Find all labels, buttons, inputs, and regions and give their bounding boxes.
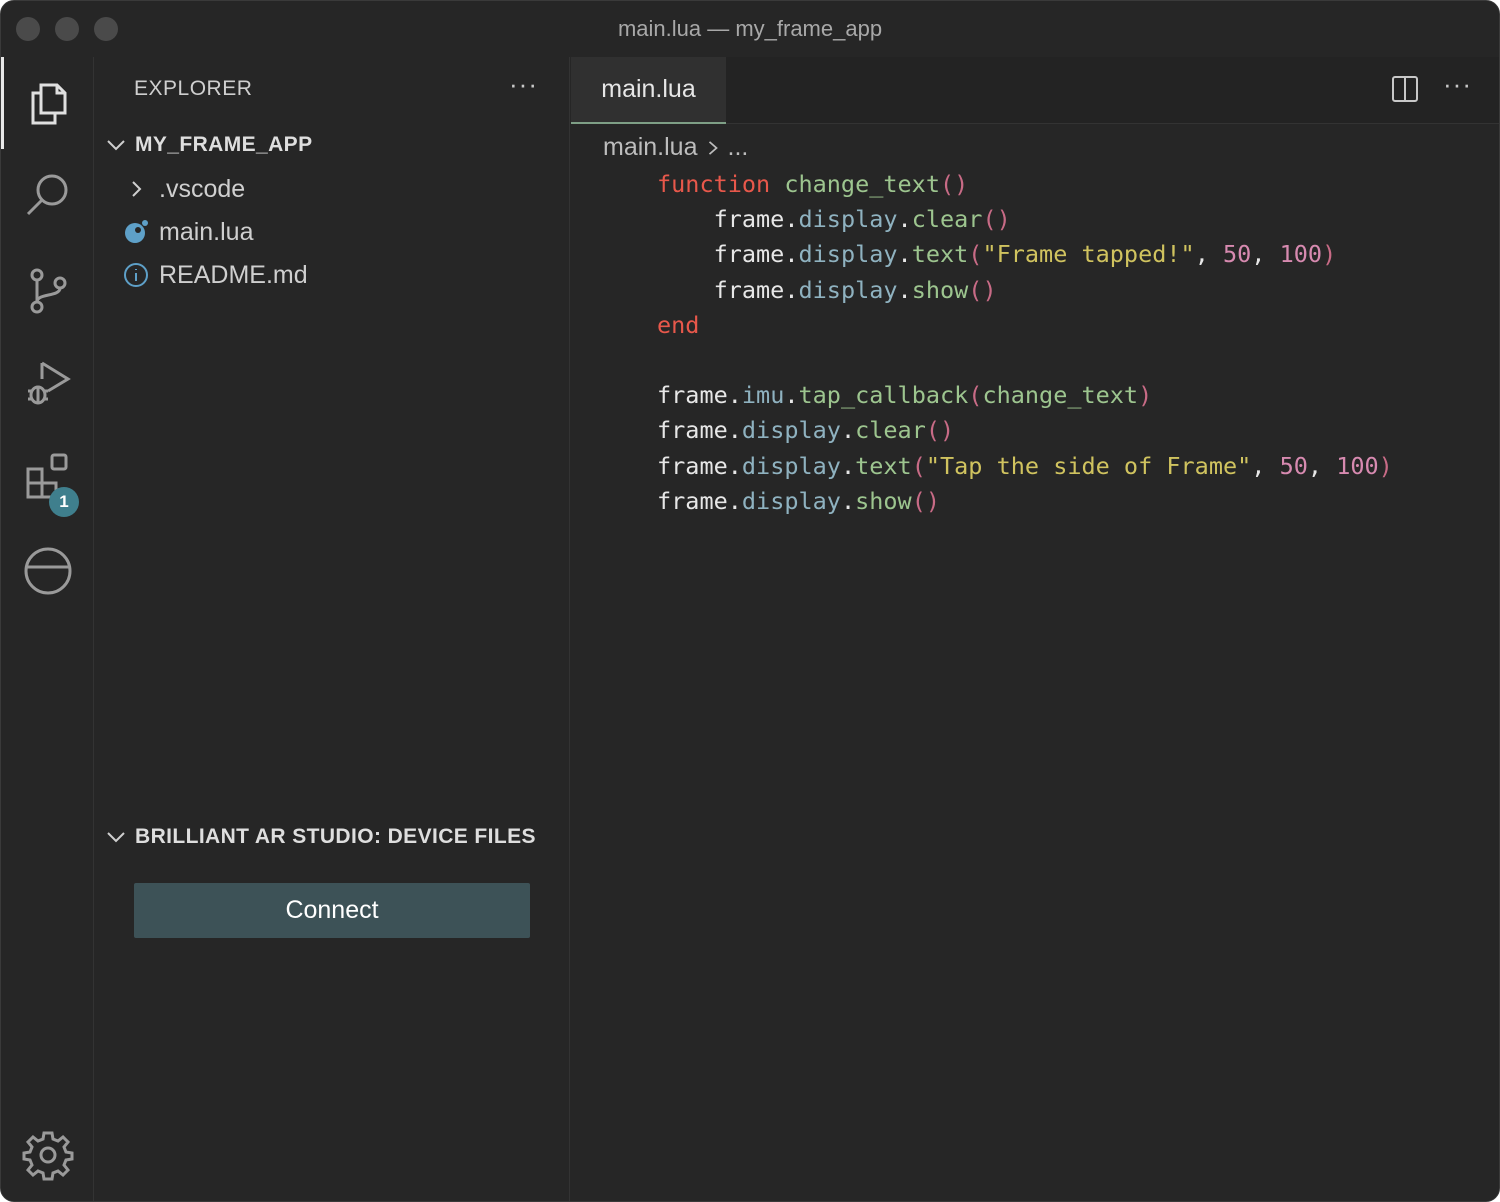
code-editor[interactable]: function change_text() frame.display.cle… (657, 167, 1393, 519)
editor-area: main.lua ··· main.lua ... function chang… (571, 57, 1499, 1201)
chevron-down-icon (107, 140, 125, 151)
search-icon (26, 174, 67, 216)
code-line: function change_text() (657, 170, 969, 198)
tree-item-readme[interactable]: README.md (123, 255, 308, 295)
tree-item-vscode[interactable]: .vscode (123, 169, 245, 209)
device-files-section-header[interactable]: BRILLIANT AR STUDIO: DEVICE FILES (105, 825, 536, 849)
editor-actions: ··· (1391, 69, 1472, 103)
search-activity-button[interactable] (1, 149, 94, 241)
source-control-icon (30, 268, 66, 314)
chevron-down-icon (107, 832, 125, 843)
brilliant-ar-icon (24, 547, 71, 595)
tab-main-lua[interactable]: main.lua (571, 57, 726, 124)
breadcrumb-file[interactable]: main.lua (603, 133, 698, 162)
code-line: frame.display.show() (657, 486, 941, 515)
title-bar: main.lua — my_frame_app (1, 1, 1499, 57)
explorer-activity-button[interactable] (1, 57, 94, 149)
code-line: frame.imu.tap_callback(change_text) (657, 381, 1153, 410)
code-line: frame.display.text("Frame tapped!", 50, … (713, 240, 1337, 269)
extensions-badge: 1 (49, 487, 79, 517)
run-debug-icon (27, 361, 71, 405)
lua-file-icon (123, 219, 149, 245)
chevron-right-icon (123, 176, 149, 202)
settings-activity-button[interactable] (1, 1109, 94, 1201)
code-line: frame.display.show() (713, 275, 997, 304)
tree-item-label: .vscode (159, 174, 246, 203)
split-editor-icon[interactable] (1391, 75, 1419, 103)
connect-button[interactable]: Connect (134, 883, 530, 938)
code-line: frame.display.text("Tap the side of Fram… (657, 451, 1393, 480)
tree-item-label: README.md (159, 260, 308, 289)
code-line: frame.display.clear() (657, 416, 955, 445)
brilliant-ar-activity-button[interactable] (1, 525, 94, 617)
project-folder-header[interactable]: MY_FRAME_APP (105, 133, 313, 157)
device-files-section-title: BRILLIANT AR STUDIO: DEVICE FILES (135, 825, 536, 848)
explorer-header: EXPLORER (134, 77, 253, 100)
code-line: end (657, 310, 700, 339)
chevron-right-icon (708, 140, 718, 155)
explorer-sidebar: EXPLORER ··· MY_FRAME_APP .vscode main.l… (95, 57, 570, 1201)
window-title: main.lua — my_frame_app (617, 16, 883, 41)
files-icon (31, 83, 67, 125)
info-icon (123, 262, 149, 288)
explorer-more-actions-button[interactable]: ··· (509, 69, 538, 100)
breadcrumb: main.lua ... (603, 133, 748, 162)
tree-item-label: main.lua (159, 217, 254, 246)
extensions-activity-button[interactable]: 1 (1, 431, 94, 523)
editor-more-actions-button[interactable]: ··· (1443, 69, 1472, 100)
source-control-activity-button[interactable] (1, 245, 94, 337)
project-folder-name: MY_FRAME_APP (135, 133, 313, 156)
breadcrumb-symbol[interactable]: ... (728, 133, 749, 162)
tree-item-main-lua[interactable]: main.lua (123, 212, 254, 252)
gear-icon (22, 1131, 73, 1181)
run-debug-activity-button[interactable] (1, 337, 94, 429)
activity-bar: 1 (1, 57, 94, 1201)
tab-bar: main.lua ··· (571, 57, 1499, 124)
vscode-window: main.lua — my_frame_app 1 EXPLORER ··· M… (0, 0, 1500, 1202)
code-line: frame.display.clear() (713, 205, 1011, 234)
